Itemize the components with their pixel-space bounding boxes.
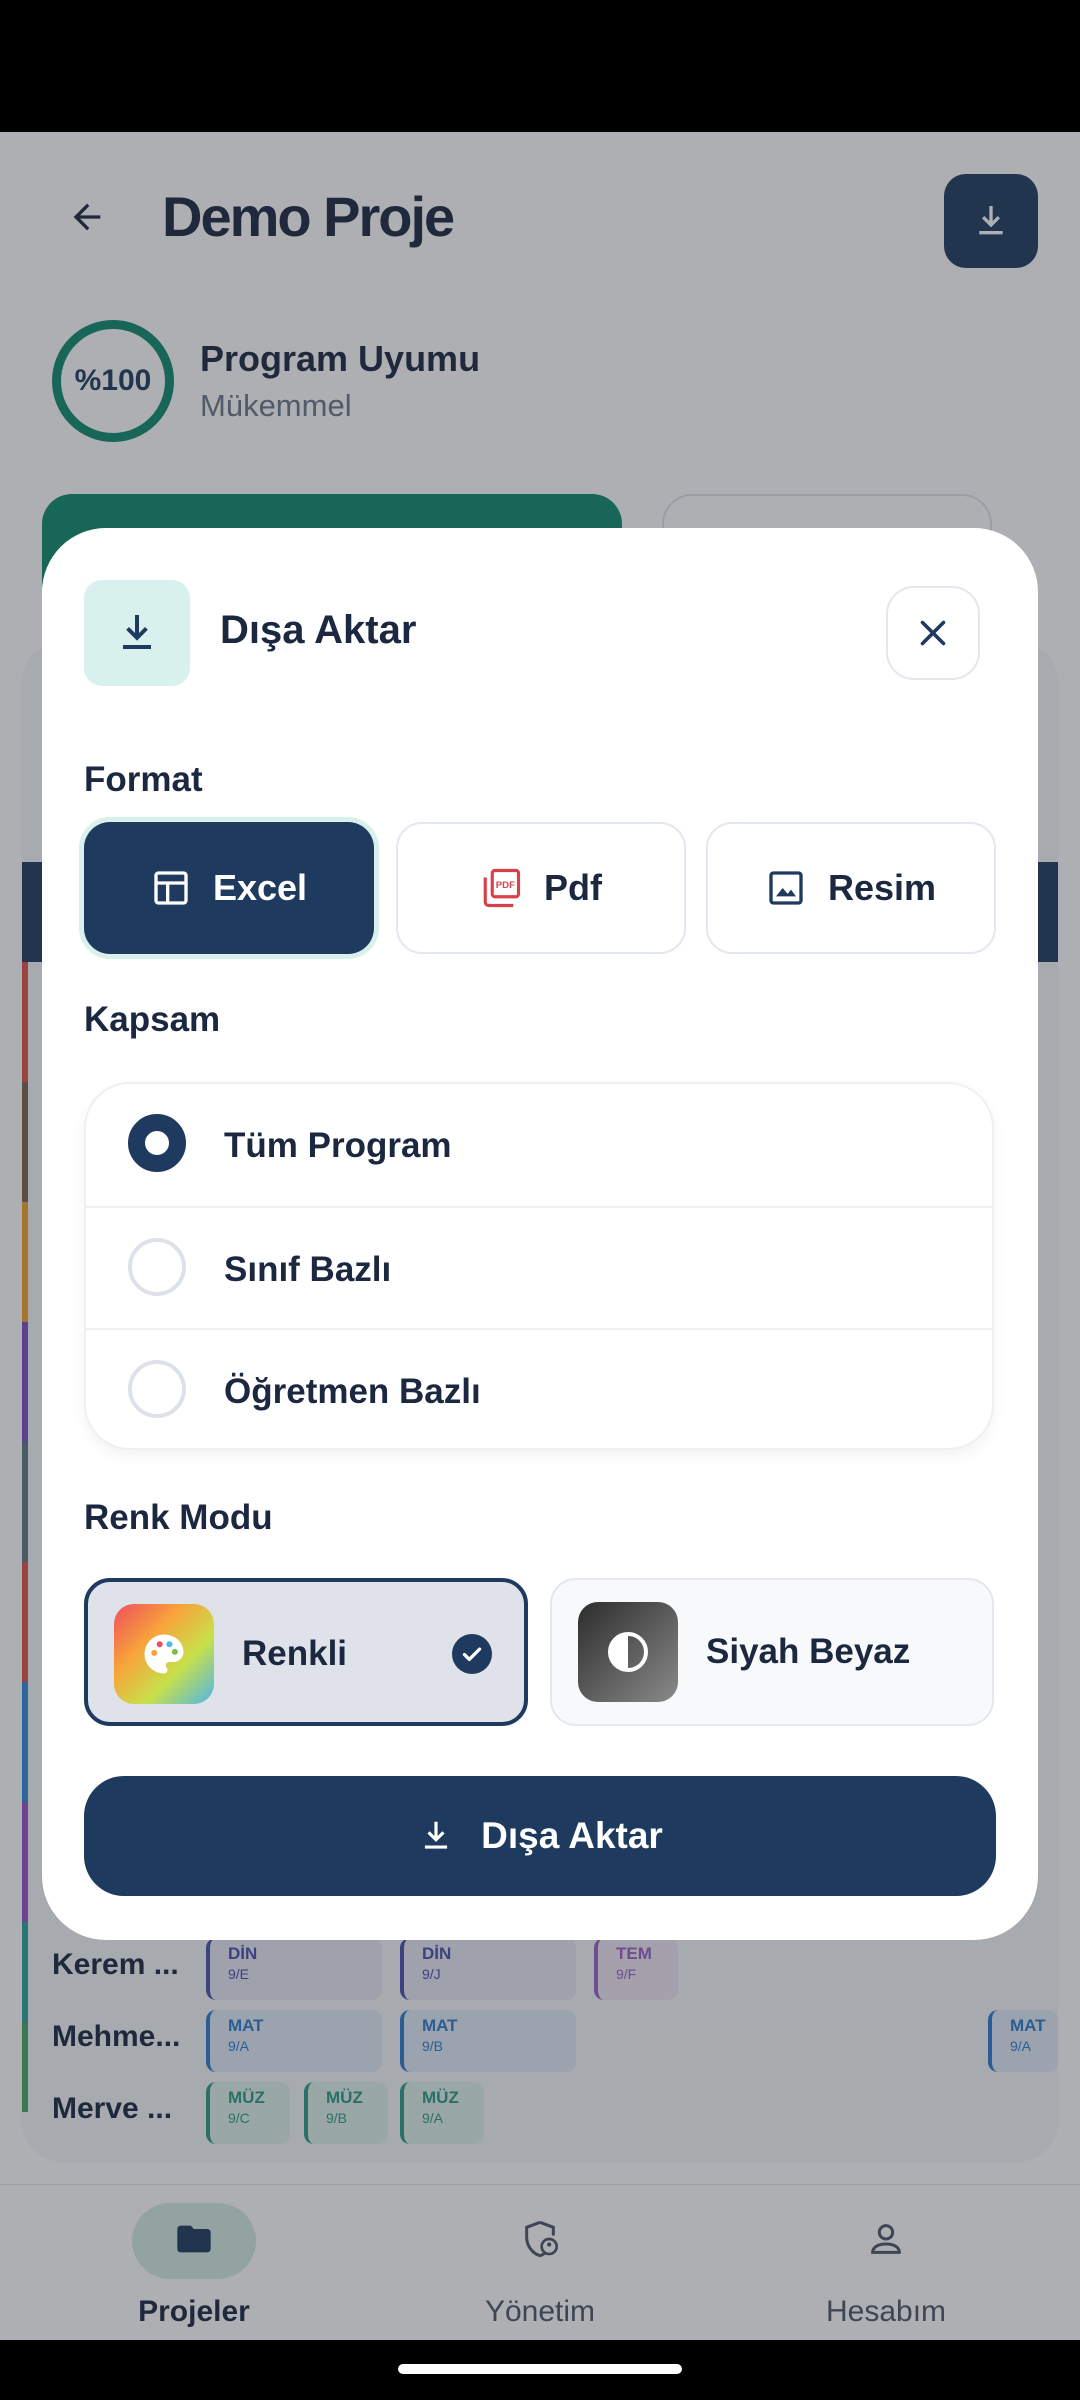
- contrast-swatch: [578, 1602, 678, 1702]
- color-mode-label: Siyah Beyaz: [706, 1632, 911, 1671]
- format-label: Resim: [827, 867, 937, 908]
- palette-icon: [144, 1634, 184, 1674]
- scope-label: Sınıf Bazlı: [224, 1250, 392, 1289]
- radio-unselected[interactable]: [128, 1360, 186, 1418]
- export-submit-button[interactable]: Dışa Aktar: [84, 1776, 996, 1896]
- scope-options: Tüm Program Sınıf Bazlı Öğretmen Bazlı: [84, 1082, 994, 1450]
- scope-option-ogretmen-bazli[interactable]: Öğretmen Bazlı: [86, 1328, 992, 1448]
- svg-text:PDF: PDF: [496, 880, 515, 891]
- scope-option-sinif-bazli[interactable]: Sınıf Bazlı: [86, 1206, 992, 1328]
- table-icon: [154, 871, 188, 905]
- close-button[interactable]: [886, 586, 980, 680]
- dialog-header-icon: [84, 580, 190, 686]
- check-icon: [452, 1634, 492, 1674]
- close-icon: [920, 620, 946, 646]
- scope-label: Tüm Program: [224, 1126, 452, 1165]
- palette-swatch: [114, 1604, 214, 1704]
- scope-option-tum-program[interactable]: Tüm Program: [86, 1084, 992, 1206]
- download-icon: [123, 615, 151, 649]
- download-icon: [425, 1821, 448, 1849]
- color-mode-renkli[interactable]: Renkli: [84, 1578, 528, 1726]
- format-pdf-button[interactable]: PDF Pdf: [396, 822, 686, 954]
- format-section-label: Format: [84, 760, 203, 799]
- image-icon: [769, 871, 803, 905]
- radio-unselected[interactable]: [128, 1238, 186, 1296]
- format-image-button[interactable]: Resim: [706, 822, 996, 954]
- home-indicator[interactable]: [398, 2364, 682, 2374]
- export-submit-label: Dışa Aktar: [481, 1815, 663, 1856]
- format-label: Pdf: [544, 867, 602, 908]
- dialog-title: Dışa Aktar: [220, 608, 417, 652]
- contrast-icon: [608, 1632, 648, 1672]
- radio-selected[interactable]: [128, 1114, 186, 1172]
- scope-section-label: Kapsam: [84, 1000, 221, 1039]
- color-mode-siyah-beyaz[interactable]: Siyah Beyaz: [550, 1578, 994, 1726]
- format-label: Excel: [212, 867, 308, 908]
- export-dialog: Dışa Aktar Format Excel PDF Pdf Resim Ka…: [42, 528, 1038, 1940]
- format-excel-button[interactable]: Excel: [84, 822, 374, 954]
- pdf-icon: PDF: [483, 868, 521, 908]
- color-mode-label: Renkli: [242, 1634, 348, 1673]
- color-mode-section-label: Renk Modu: [84, 1498, 273, 1537]
- scope-label: Öğretmen Bazlı: [224, 1372, 481, 1411]
